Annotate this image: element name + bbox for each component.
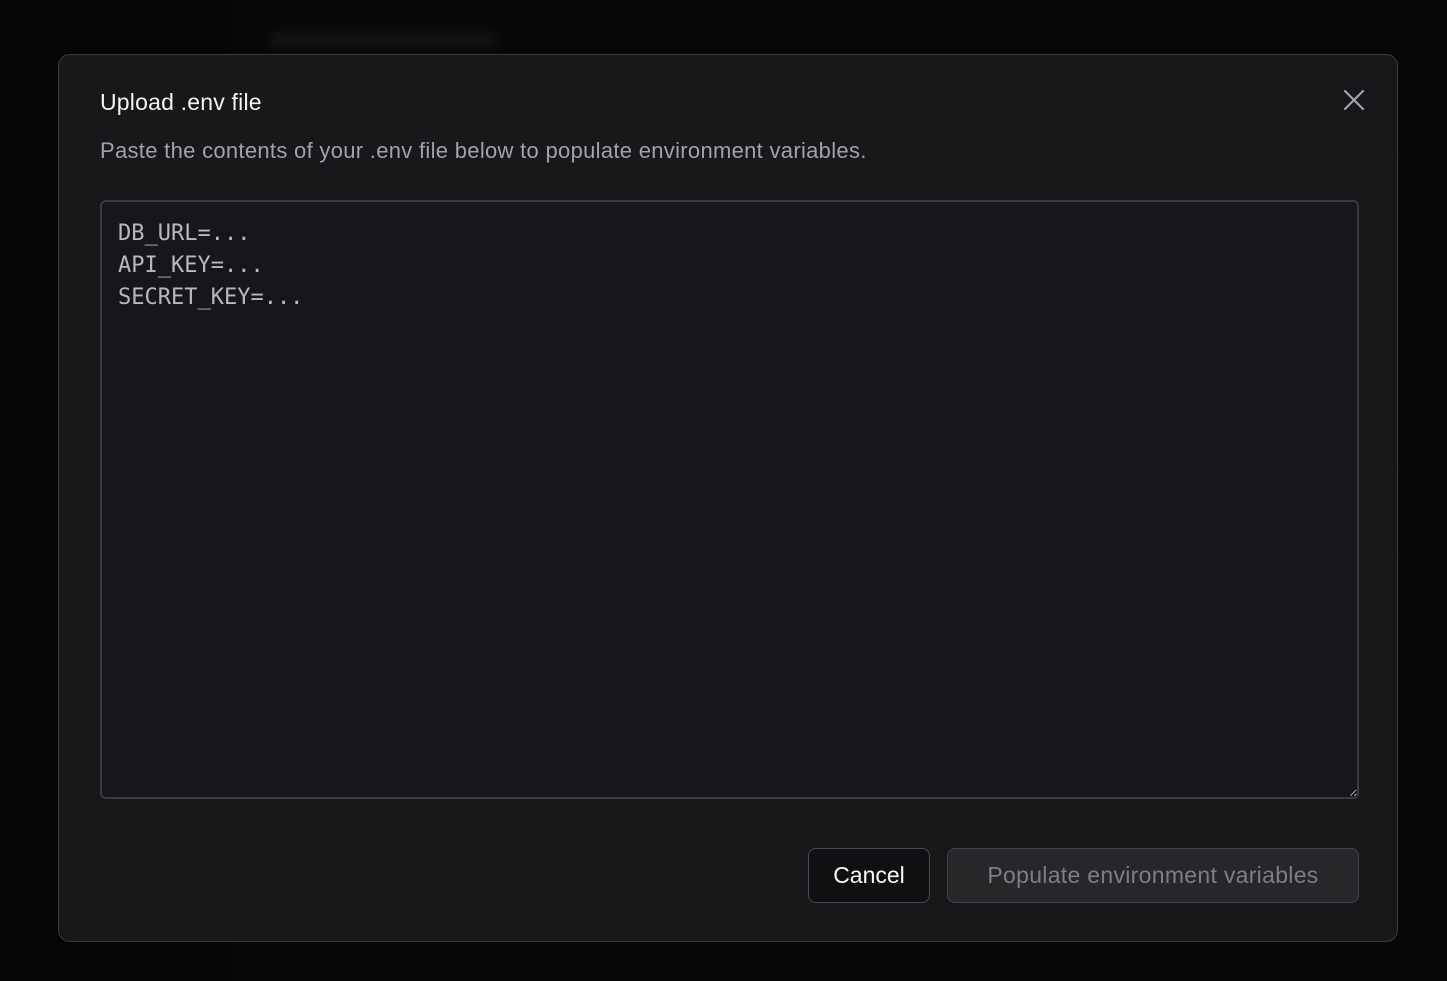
dialog-title: Upload .env file bbox=[100, 89, 262, 115]
dialog-description: Paste the contents of your .env file bel… bbox=[100, 138, 867, 163]
upload-env-dialog: Upload .env file Paste the contents of y… bbox=[58, 54, 1398, 942]
populate-environment-variables-button[interactable]: Populate environment variables bbox=[947, 848, 1359, 903]
env-contents-textarea[interactable] bbox=[100, 200, 1359, 799]
cancel-button[interactable]: Cancel bbox=[808, 848, 930, 903]
close-icon bbox=[1343, 89, 1365, 111]
close-button[interactable] bbox=[1337, 83, 1371, 117]
